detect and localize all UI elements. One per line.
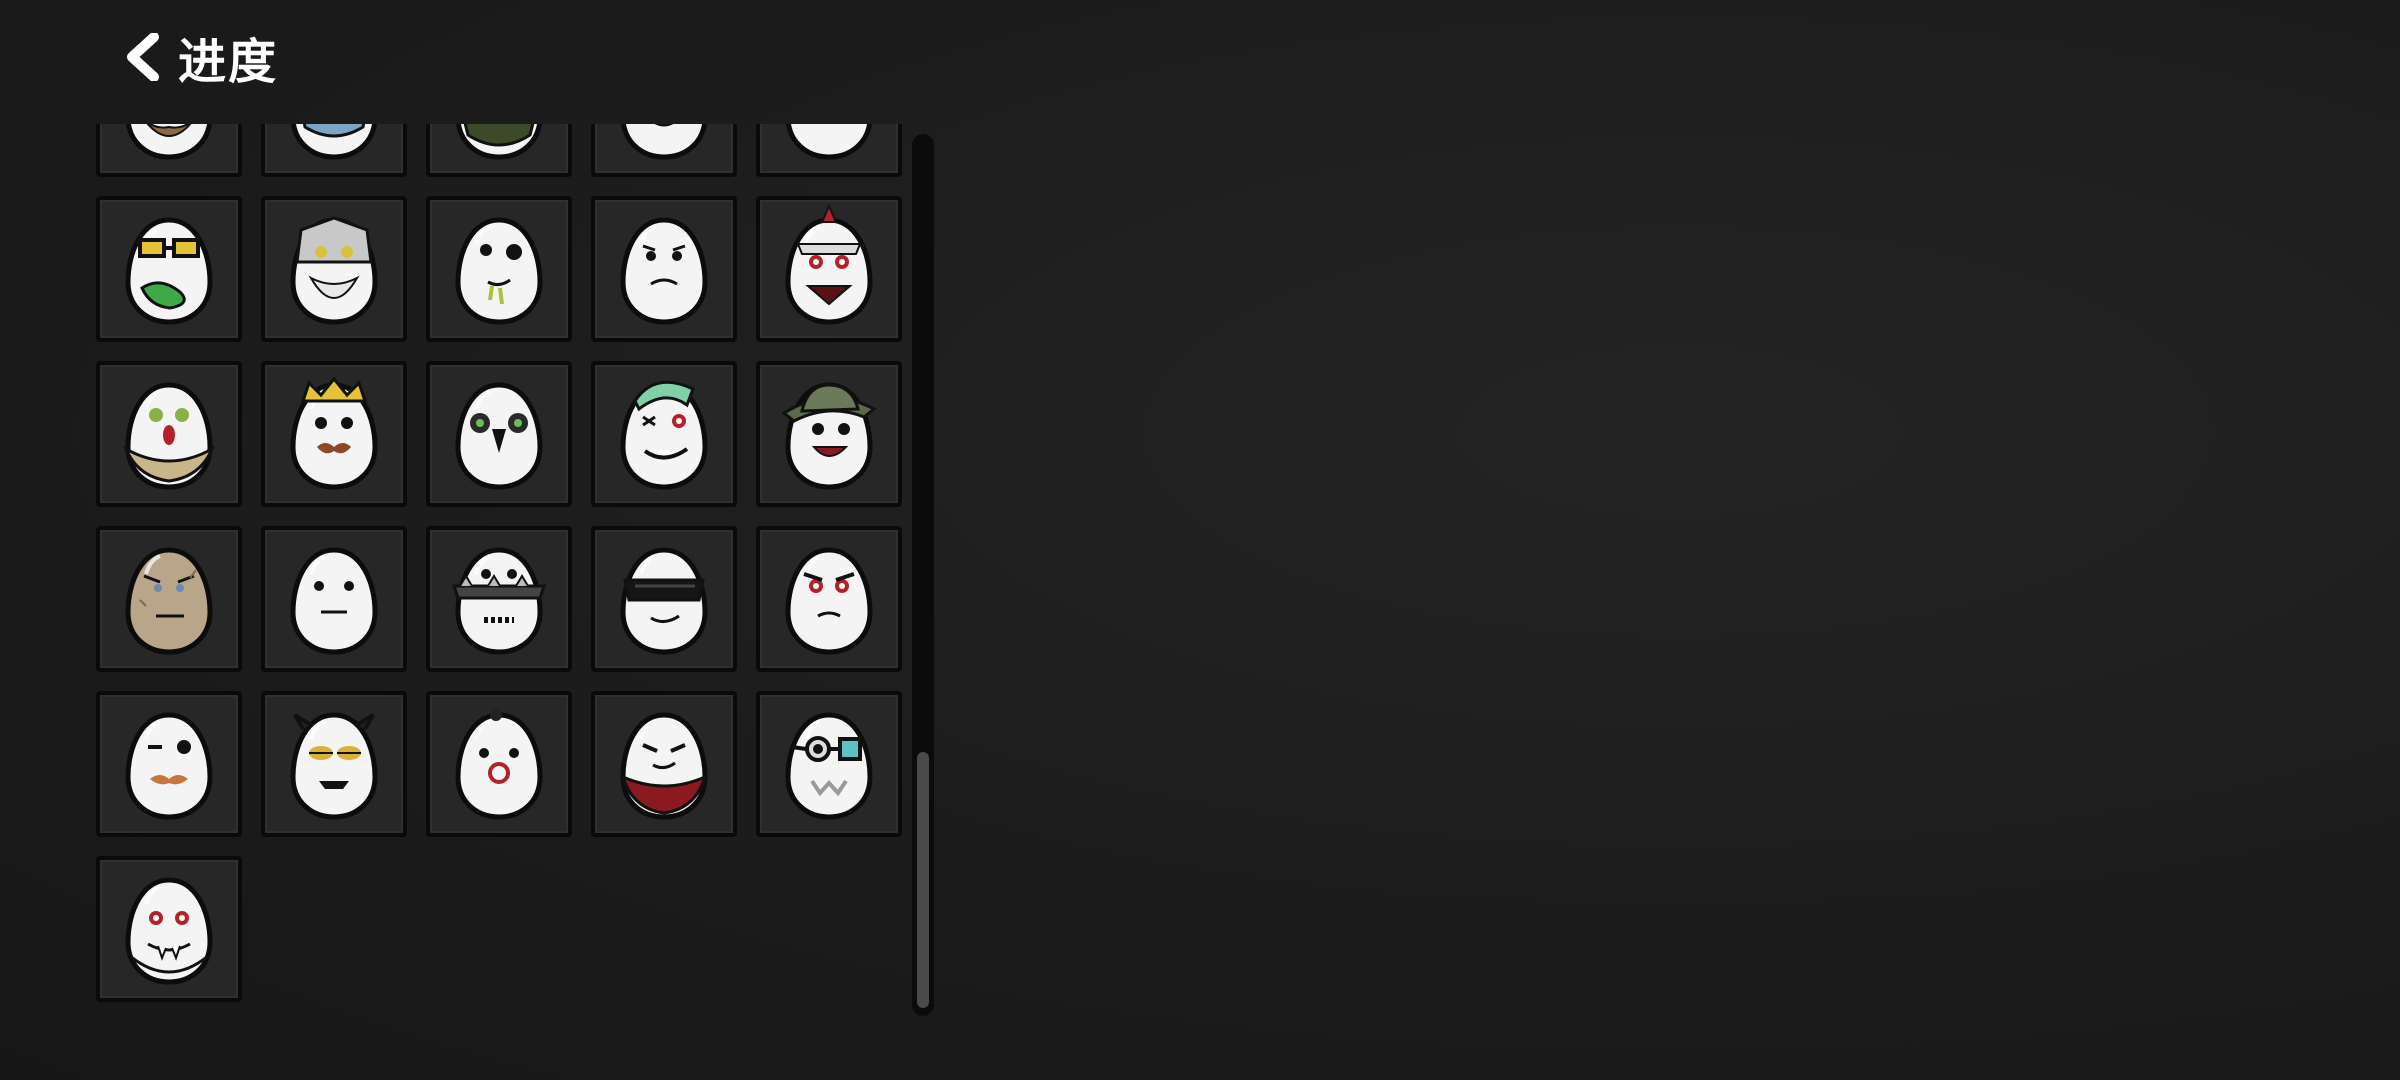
page-title: 进度 — [178, 34, 279, 90]
king-egg-icon — [290, 376, 378, 490]
progress-cell[interactable] — [591, 124, 737, 177]
glasses-egg-icon — [125, 217, 213, 325]
progress-cell[interactable] — [426, 196, 572, 342]
progress-cell[interactable] — [261, 361, 407, 507]
progress-cell[interactable] — [96, 526, 242, 672]
bandana-egg-icon — [456, 124, 542, 160]
stone-egg-icon — [125, 547, 213, 655]
drooling-egg-icon — [455, 217, 543, 325]
progress-cell[interactable] — [96, 691, 242, 837]
horned-egg-icon — [785, 203, 873, 325]
angry-egg-icon — [785, 547, 873, 655]
blank-egg-icon — [290, 547, 378, 655]
spiked-egg-icon — [451, 547, 547, 655]
progress-cell[interactable] — [426, 526, 572, 672]
progress-cell[interactable] — [261, 196, 407, 342]
progress-cell[interactable] — [756, 196, 902, 342]
vampire-egg-icon — [125, 877, 213, 985]
ring-nose-egg-icon — [455, 709, 543, 820]
crow-egg-icon — [455, 382, 543, 490]
progress-cell[interactable] — [756, 124, 902, 177]
back-button[interactable]: 进度 — [124, 22, 278, 92]
chevron-left-icon — [124, 33, 164, 81]
progress-cell[interactable] — [96, 856, 242, 1002]
masked-egg-icon — [291, 124, 377, 160]
progress-cell[interactable] — [756, 361, 902, 507]
progress-cell[interactable] — [426, 361, 572, 507]
bearded-egg-icon — [126, 124, 212, 160]
hat-egg-icon — [781, 382, 877, 490]
scrollbar[interactable] — [912, 134, 934, 1016]
progress-cell[interactable] — [261, 526, 407, 672]
red-scarf-egg-icon — [620, 712, 708, 820]
progress-cell[interactable] — [96, 124, 242, 177]
armored-bearded-egg-icon — [290, 216, 378, 325]
mustache-wink-egg-icon — [125, 712, 213, 820]
progress-cell[interactable] — [96, 196, 242, 342]
mohawk-egg-icon — [620, 380, 708, 490]
progress-cell[interactable] — [426, 691, 572, 837]
progress-cell[interactable] — [261, 691, 407, 837]
mustache-egg-icon — [786, 124, 872, 160]
progress-cell[interactable] — [426, 124, 572, 177]
progress-cell[interactable] — [591, 691, 737, 837]
progress-cell[interactable] — [756, 526, 902, 672]
progress-cell[interactable] — [96, 361, 242, 507]
goggles-egg-icon — [785, 712, 873, 820]
progress-cell[interactable] — [591, 196, 737, 342]
sleepy-horned-egg-icon — [290, 712, 378, 820]
progress-cell[interactable] — [591, 361, 737, 507]
scarf-egg-icon — [122, 382, 216, 490]
visor-egg-icon — [620, 547, 708, 655]
progress-grid[interactable] — [96, 124, 918, 1024]
progress-cell[interactable] — [591, 526, 737, 672]
scrollbar-thumb[interactable] — [917, 752, 929, 1008]
progress-cell[interactable] — [261, 124, 407, 177]
worried-egg-icon — [620, 217, 708, 325]
grinning-egg-icon — [621, 124, 707, 160]
progress-cell[interactable] — [756, 691, 902, 837]
